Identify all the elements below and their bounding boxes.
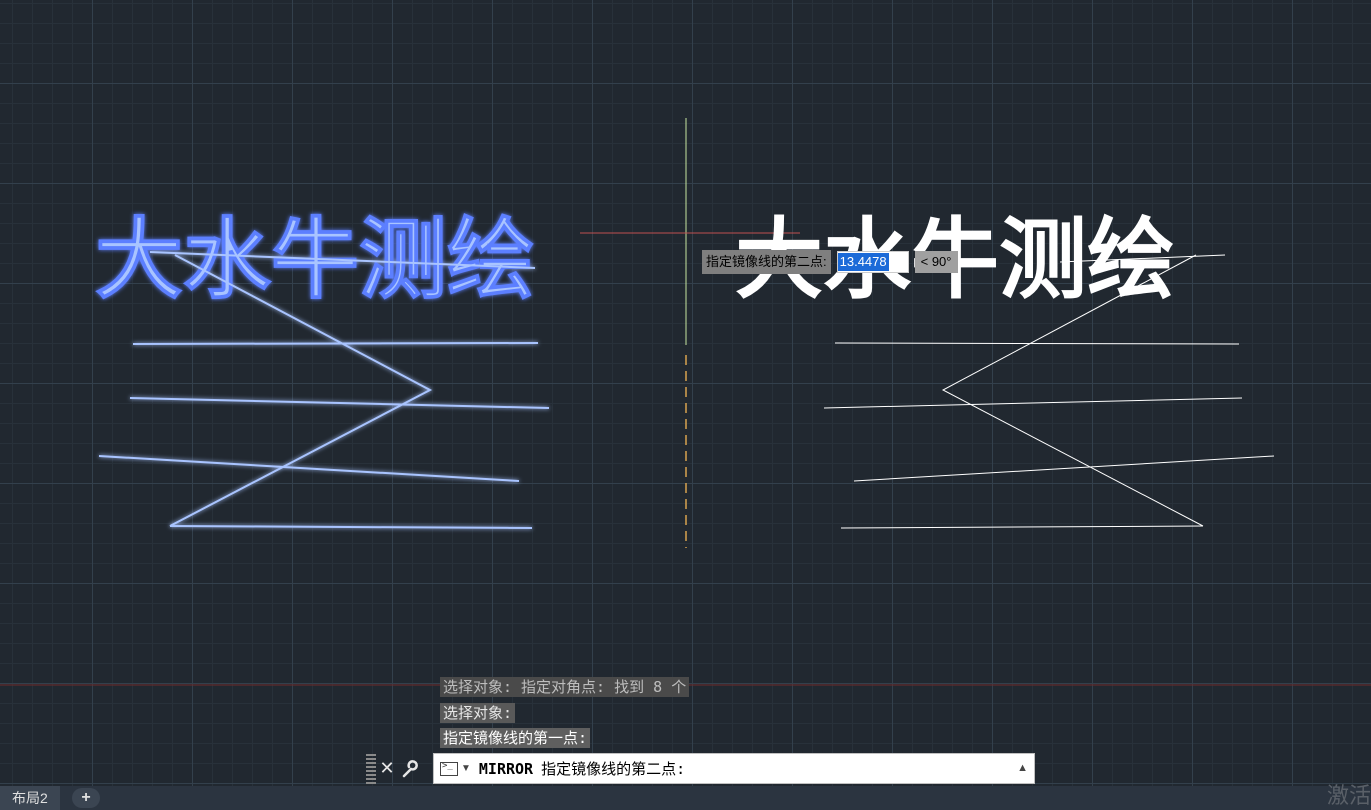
selected-line[interactable] xyxy=(169,525,533,529)
dynamic-input-distance-field[interactable]: 13.4478 xyxy=(836,251,909,273)
command-history-line: 选择对象: xyxy=(440,703,516,723)
command-history-line: 选择对象: 指定对角点: 找到 8 个 xyxy=(440,677,690,697)
command-prompt-text: 指定镜像线的第二点: xyxy=(541,760,686,778)
wrench-icon[interactable] xyxy=(398,754,420,784)
activation-watermark: 激活 xyxy=(1326,783,1371,808)
dynamic-input-distance-value[interactable]: 13.4478 xyxy=(837,253,889,271)
command-line-bar: ✕ ▼ MIRROR 指定镜像线的第二点: ▲ xyxy=(362,752,1035,785)
command-prompt-icon[interactable] xyxy=(440,761,458,776)
dynamic-input-tooltip: 指定镜像线的第二点: 13.4478 < 90° xyxy=(702,250,958,274)
command-input[interactable]: ▼ MIRROR 指定镜像线的第二点: ▲ xyxy=(433,753,1035,784)
selected-line[interactable] xyxy=(98,455,520,482)
chevron-up-icon[interactable]: ▲ xyxy=(1017,762,1028,774)
mirrored-line xyxy=(823,397,1243,409)
command-line-grip[interactable] xyxy=(366,753,376,784)
close-icon[interactable]: ✕ xyxy=(376,754,398,784)
selected-objects[interactable]: 大水牛测绘 xyxy=(95,207,550,529)
add-layout-button[interactable]: + xyxy=(72,788,100,808)
layout-tab-bar: 布局2 + 激活 xyxy=(0,783,1371,810)
mirrored-line xyxy=(853,455,1275,482)
command-name: MIRROR xyxy=(478,759,534,778)
drawing-canvas[interactable]: 大水牛测绘 大水牛测绘 指定镜像线的第二点: xyxy=(0,0,1371,786)
mirrored-line xyxy=(834,342,1240,345)
chevron-down-icon[interactable]: ▼ xyxy=(461,763,471,774)
drawing-svg: 大水牛测绘 大水牛测绘 xyxy=(0,118,1371,686)
command-history-line: 指定镜像线的第一点: xyxy=(440,728,591,748)
selected-line[interactable] xyxy=(132,342,539,345)
mirrored-line xyxy=(840,525,1204,529)
selected-line[interactable] xyxy=(129,397,550,409)
dynamic-input-prompt: 指定镜像线的第二点: xyxy=(702,250,831,274)
dynamic-input-angle-field[interactable]: < 90° xyxy=(914,251,958,273)
tab-layout2[interactable]: 布局2 xyxy=(0,786,60,810)
